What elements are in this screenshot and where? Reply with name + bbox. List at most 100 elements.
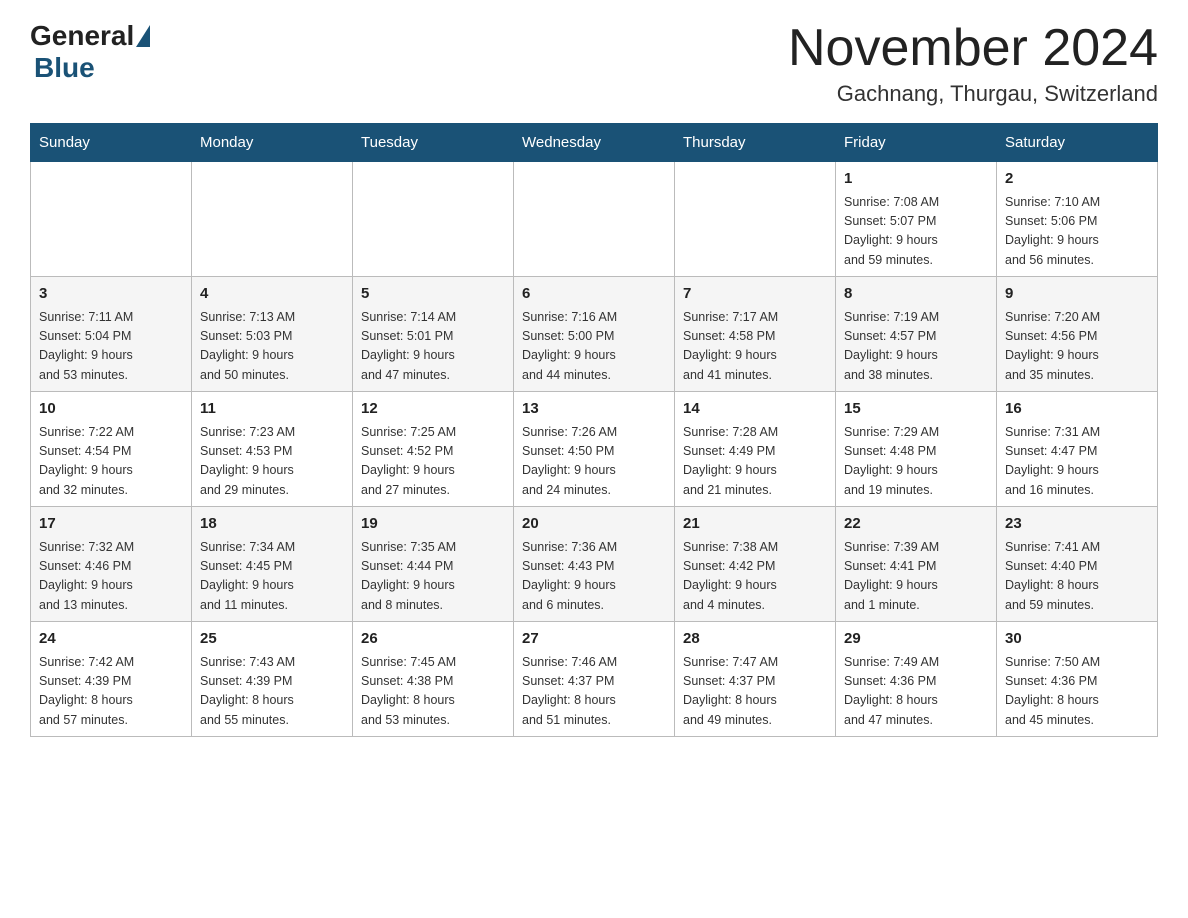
day-info: Sunrise: 7:43 AM Sunset: 4:39 PM Dayligh…: [200, 653, 344, 731]
month-title: November 2024: [788, 20, 1158, 77]
day-info: Sunrise: 7:26 AM Sunset: 4:50 PM Dayligh…: [522, 423, 666, 501]
day-info: Sunrise: 7:50 AM Sunset: 4:36 PM Dayligh…: [1005, 653, 1149, 731]
calendar-day-cell: 27Sunrise: 7:46 AM Sunset: 4:37 PM Dayli…: [514, 622, 675, 737]
day-info: Sunrise: 7:39 AM Sunset: 4:41 PM Dayligh…: [844, 538, 988, 616]
day-info: Sunrise: 7:41 AM Sunset: 4:40 PM Dayligh…: [1005, 538, 1149, 616]
day-number: 17: [39, 513, 183, 536]
day-info: Sunrise: 7:17 AM Sunset: 4:58 PM Dayligh…: [683, 308, 827, 386]
calendar-day-cell: 29Sunrise: 7:49 AM Sunset: 4:36 PM Dayli…: [836, 622, 997, 737]
day-info: Sunrise: 7:22 AM Sunset: 4:54 PM Dayligh…: [39, 423, 183, 501]
day-info: Sunrise: 7:45 AM Sunset: 4:38 PM Dayligh…: [361, 653, 505, 731]
page-header: General Blue November 2024 Gachnang, Thu…: [30, 20, 1158, 107]
calendar-day-cell: 25Sunrise: 7:43 AM Sunset: 4:39 PM Dayli…: [192, 622, 353, 737]
day-number: 8: [844, 283, 988, 306]
calendar-day-cell: 26Sunrise: 7:45 AM Sunset: 4:38 PM Dayli…: [353, 622, 514, 737]
day-info: Sunrise: 7:49 AM Sunset: 4:36 PM Dayligh…: [844, 653, 988, 731]
day-info: Sunrise: 7:35 AM Sunset: 4:44 PM Dayligh…: [361, 538, 505, 616]
calendar-day-cell: 7Sunrise: 7:17 AM Sunset: 4:58 PM Daylig…: [675, 277, 836, 392]
day-info: Sunrise: 7:25 AM Sunset: 4:52 PM Dayligh…: [361, 423, 505, 501]
day-number: 26: [361, 628, 505, 651]
calendar-day-cell: 3Sunrise: 7:11 AM Sunset: 5:04 PM Daylig…: [31, 277, 192, 392]
calendar-day-cell: 18Sunrise: 7:34 AM Sunset: 4:45 PM Dayli…: [192, 507, 353, 622]
day-number: 1: [844, 168, 988, 191]
weekday-header-tuesday: Tuesday: [353, 124, 514, 162]
weekday-header-monday: Monday: [192, 124, 353, 162]
logo-general-text: General: [30, 20, 134, 52]
day-number: 15: [844, 398, 988, 421]
title-area: November 2024 Gachnang, Thurgau, Switzer…: [788, 20, 1158, 107]
calendar-day-cell: 11Sunrise: 7:23 AM Sunset: 4:53 PM Dayli…: [192, 392, 353, 507]
day-number: 7: [683, 283, 827, 306]
day-number: 20: [522, 513, 666, 536]
day-info: Sunrise: 7:47 AM Sunset: 4:37 PM Dayligh…: [683, 653, 827, 731]
calendar-day-cell: 13Sunrise: 7:26 AM Sunset: 4:50 PM Dayli…: [514, 392, 675, 507]
calendar-day-cell: [353, 162, 514, 277]
calendar-day-cell: [675, 162, 836, 277]
day-number: 5: [361, 283, 505, 306]
day-number: 24: [39, 628, 183, 651]
weekday-header-thursday: Thursday: [675, 124, 836, 162]
day-number: 9: [1005, 283, 1149, 306]
weekday-header-friday: Friday: [836, 124, 997, 162]
day-info: Sunrise: 7:08 AM Sunset: 5:07 PM Dayligh…: [844, 193, 988, 271]
day-number: 23: [1005, 513, 1149, 536]
calendar-day-cell: 21Sunrise: 7:38 AM Sunset: 4:42 PM Dayli…: [675, 507, 836, 622]
calendar-day-cell: 8Sunrise: 7:19 AM Sunset: 4:57 PM Daylig…: [836, 277, 997, 392]
calendar-week-row: 24Sunrise: 7:42 AM Sunset: 4:39 PM Dayli…: [31, 622, 1158, 737]
weekday-header-row: SundayMondayTuesdayWednesdayThursdayFrid…: [31, 124, 1158, 162]
day-info: Sunrise: 7:23 AM Sunset: 4:53 PM Dayligh…: [200, 423, 344, 501]
day-info: Sunrise: 7:38 AM Sunset: 4:42 PM Dayligh…: [683, 538, 827, 616]
calendar-day-cell: 30Sunrise: 7:50 AM Sunset: 4:36 PM Dayli…: [997, 622, 1158, 737]
location-title: Gachnang, Thurgau, Switzerland: [788, 81, 1158, 107]
calendar-day-cell: [31, 162, 192, 277]
day-number: 30: [1005, 628, 1149, 651]
day-info: Sunrise: 7:14 AM Sunset: 5:01 PM Dayligh…: [361, 308, 505, 386]
day-info: Sunrise: 7:32 AM Sunset: 4:46 PM Dayligh…: [39, 538, 183, 616]
day-number: 25: [200, 628, 344, 651]
logo-triangle-icon: [136, 25, 150, 47]
day-info: Sunrise: 7:29 AM Sunset: 4:48 PM Dayligh…: [844, 423, 988, 501]
calendar-day-cell: 23Sunrise: 7:41 AM Sunset: 4:40 PM Dayli…: [997, 507, 1158, 622]
day-number: 11: [200, 398, 344, 421]
logo-area: General Blue: [30, 20, 152, 84]
calendar-day-cell: 6Sunrise: 7:16 AM Sunset: 5:00 PM Daylig…: [514, 277, 675, 392]
calendar-day-cell: 14Sunrise: 7:28 AM Sunset: 4:49 PM Dayli…: [675, 392, 836, 507]
calendar-day-cell: 22Sunrise: 7:39 AM Sunset: 4:41 PM Dayli…: [836, 507, 997, 622]
day-number: 4: [200, 283, 344, 306]
day-info: Sunrise: 7:20 AM Sunset: 4:56 PM Dayligh…: [1005, 308, 1149, 386]
day-number: 21: [683, 513, 827, 536]
day-number: 2: [1005, 168, 1149, 191]
day-number: 3: [39, 283, 183, 306]
calendar-day-cell: 1Sunrise: 7:08 AM Sunset: 5:07 PM Daylig…: [836, 162, 997, 277]
calendar-day-cell: 5Sunrise: 7:14 AM Sunset: 5:01 PM Daylig…: [353, 277, 514, 392]
day-info: Sunrise: 7:16 AM Sunset: 5:00 PM Dayligh…: [522, 308, 666, 386]
weekday-header-saturday: Saturday: [997, 124, 1158, 162]
weekday-header-wednesday: Wednesday: [514, 124, 675, 162]
day-info: Sunrise: 7:10 AM Sunset: 5:06 PM Dayligh…: [1005, 193, 1149, 271]
logo: General: [30, 20, 152, 52]
day-info: Sunrise: 7:31 AM Sunset: 4:47 PM Dayligh…: [1005, 423, 1149, 501]
day-info: Sunrise: 7:19 AM Sunset: 4:57 PM Dayligh…: [844, 308, 988, 386]
calendar-day-cell: 15Sunrise: 7:29 AM Sunset: 4:48 PM Dayli…: [836, 392, 997, 507]
calendar-day-cell: 19Sunrise: 7:35 AM Sunset: 4:44 PM Dayli…: [353, 507, 514, 622]
day-info: Sunrise: 7:11 AM Sunset: 5:04 PM Dayligh…: [39, 308, 183, 386]
day-number: 10: [39, 398, 183, 421]
calendar-day-cell: [192, 162, 353, 277]
calendar-day-cell: 4Sunrise: 7:13 AM Sunset: 5:03 PM Daylig…: [192, 277, 353, 392]
day-info: Sunrise: 7:28 AM Sunset: 4:49 PM Dayligh…: [683, 423, 827, 501]
calendar-day-cell: [514, 162, 675, 277]
calendar-day-cell: 28Sunrise: 7:47 AM Sunset: 4:37 PM Dayli…: [675, 622, 836, 737]
calendar-day-cell: 9Sunrise: 7:20 AM Sunset: 4:56 PM Daylig…: [997, 277, 1158, 392]
day-number: 28: [683, 628, 827, 651]
weekday-header-sunday: Sunday: [31, 124, 192, 162]
calendar-table: SundayMondayTuesdayWednesdayThursdayFrid…: [30, 123, 1158, 737]
calendar-day-cell: 12Sunrise: 7:25 AM Sunset: 4:52 PM Dayli…: [353, 392, 514, 507]
day-number: 18: [200, 513, 344, 536]
day-number: 6: [522, 283, 666, 306]
calendar-day-cell: 17Sunrise: 7:32 AM Sunset: 4:46 PM Dayli…: [31, 507, 192, 622]
calendar-week-row: 10Sunrise: 7:22 AM Sunset: 4:54 PM Dayli…: [31, 392, 1158, 507]
day-info: Sunrise: 7:36 AM Sunset: 4:43 PM Dayligh…: [522, 538, 666, 616]
calendar-day-cell: 2Sunrise: 7:10 AM Sunset: 5:06 PM Daylig…: [997, 162, 1158, 277]
calendar-week-row: 1Sunrise: 7:08 AM Sunset: 5:07 PM Daylig…: [31, 162, 1158, 277]
calendar-week-row: 17Sunrise: 7:32 AM Sunset: 4:46 PM Dayli…: [31, 507, 1158, 622]
